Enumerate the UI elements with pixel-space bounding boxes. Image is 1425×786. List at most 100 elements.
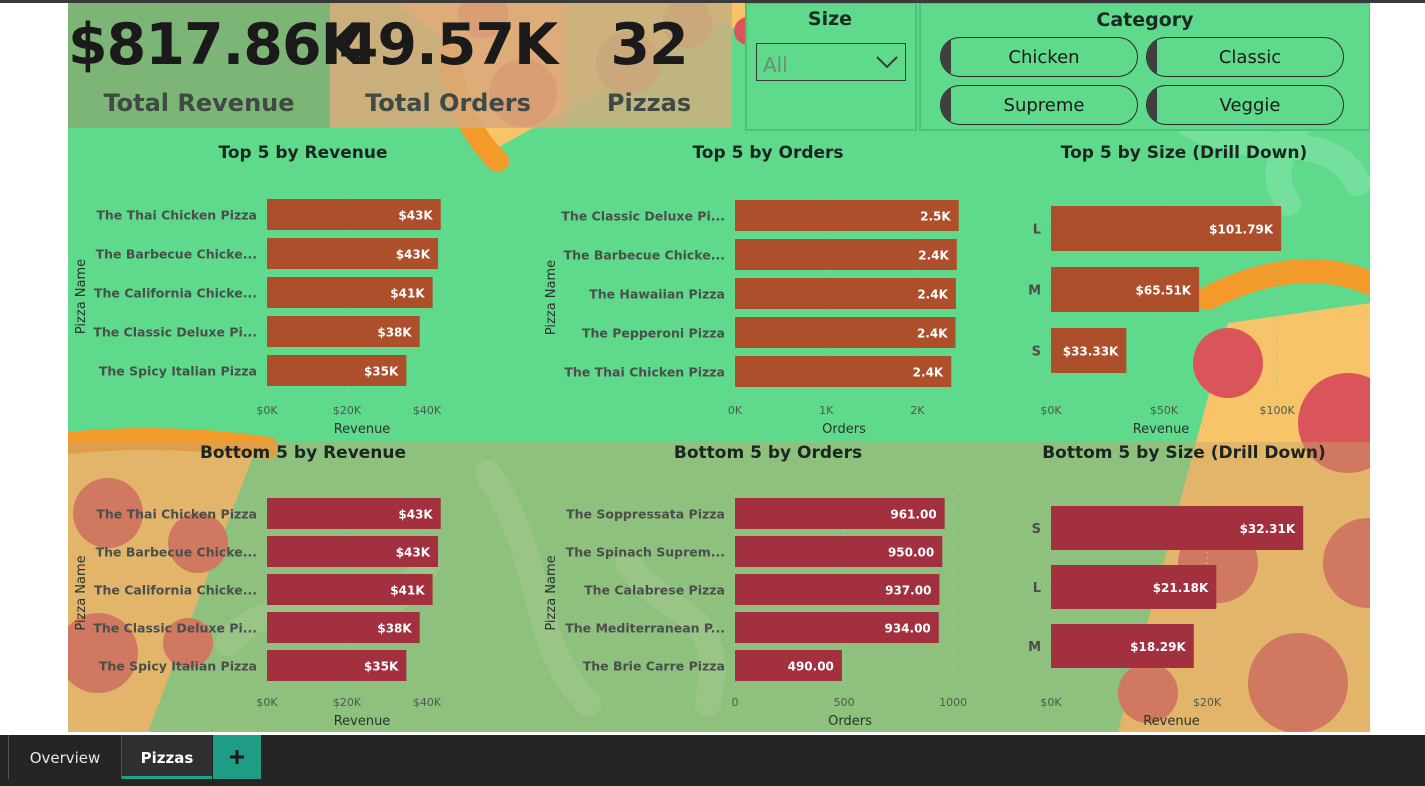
x-tick-label: $0K [1040,404,1062,417]
x-tick-label: 1000 [939,696,967,709]
kpi-value: 49.57K [338,12,558,78]
category-label: The Classic Deluxe Pi... [561,209,725,224]
category-label: The Pepperoni Pizza [582,326,725,341]
top5-orders-chart[interactable]: Top 5 by Orders 0K 1K 2K Orders Pizza Name Th… [538,143,998,443]
category-classic-button[interactable]: Classic [1146,37,1344,77]
bottom5-size-plot: $0K$20KRevenueSizeS$32.31KL$21.18KM$18.2… [1028,502,1304,729]
kpi-label: Total Orders [365,89,531,117]
page-tab-bar: Overview Pizzas [0,735,1425,786]
data-label: $43K [396,248,431,262]
data-label: $38K [377,326,412,340]
data-label: $38K [377,622,412,636]
category-label: Supreme [1003,95,1085,116]
data-label: 490.00 [788,660,834,674]
data-label: 961.00 [890,508,936,522]
category-label: S [1032,522,1041,537]
category-label: M [1028,284,1041,299]
category-label: The Barbecue Chicke... [96,247,257,262]
category-label: The Spinach Suprem... [566,545,725,560]
category-label: The Spicy Italian Pizza [99,364,257,379]
category-chicken-button[interactable]: Chicken [940,37,1138,77]
x-tick-label: $0K [1040,696,1062,709]
kpi-total-revenue: $817.86K Total Revenue [68,3,365,128]
bottom5-orders-chart[interactable]: Bottom 5 by Orders 0 500 1000 Orders Pizza N… [538,443,998,732]
x-axis-title: Revenue [334,714,391,729]
kpi-value: $817.86K [68,12,365,78]
category-label: The California Chicke... [94,583,257,598]
category-label: The Barbecue Chicke... [96,545,257,560]
tab-label: Pizzas [140,749,194,767]
data-label: $43K [396,546,431,560]
data-label: 2.5K [920,210,951,224]
bottom5-revenue-chart[interactable]: Bottom 5 by Revenue $0K $20K $40K Revenue Pi… [68,443,538,732]
data-label: $101.79K [1209,223,1274,237]
x-axis-title: Orders [828,714,872,729]
category-supreme-button[interactable]: Supreme [940,85,1138,125]
tab-label: Overview [29,749,101,767]
category-label: S [1032,345,1041,360]
data-label: $35K [364,660,399,674]
data-label: $35K [364,365,399,379]
top5-revenue-chart[interactable]: Top 5 by Revenue $0K $20K $40K Revenue Pizza… [68,143,538,443]
category-label: The Classic Deluxe Pi... [93,325,257,340]
plus-icon [230,750,244,764]
category-label: The Classic Deluxe Pi... [93,621,257,636]
category-label: L [1033,223,1041,238]
x-tick-label: $0K [256,696,278,709]
tab-pizzas[interactable]: Pizzas [122,735,212,779]
y-axis-title: Pizza Name [74,259,89,334]
add-page-button[interactable] [213,735,261,779]
data-label: $41K [390,287,425,301]
category-label: The Soppressata Pizza [566,507,725,522]
x-tick-label: $40K [413,696,442,709]
data-label: $32.31K [1240,522,1296,536]
x-tick-label: $40K [413,404,442,417]
category-label: L [1033,581,1041,596]
size-dropdown-value: All [763,53,788,77]
category-label: Chicken [1008,47,1080,68]
report-canvas: $817.86K Total Revenue 49.57K Total Orde… [68,3,1370,732]
bottom5-size-chart[interactable]: Bottom 5 by Size (Drill Down) $0K $20K Rev… [998,443,1370,732]
category-label: The Barbecue Chicke... [564,248,725,263]
data-label: $33.33K [1063,345,1119,359]
x-axis-title: Revenue [1143,714,1200,729]
pill-cap [941,86,951,124]
x-tick-label: $50K [1150,404,1179,417]
pill-cap [941,38,951,76]
data-label: 2.4K [917,288,948,302]
kpi-total-orders: 49.57K Total Orders [330,3,566,128]
data-label: $18.29K [1130,640,1186,654]
y-axis-title: Pizza Name [74,555,89,630]
category-label: The Thai Chicken Pizza [564,365,725,380]
data-label: $41K [390,584,425,598]
category-label: The Brie Carre Pizza [583,659,725,674]
data-label: $65.51K [1136,284,1192,298]
category-label: M [1028,640,1041,655]
tab-overview[interactable]: Overview [9,735,122,779]
x-tick-label: 2K [910,404,925,417]
category-label: The Thai Chicken Pizza [96,208,257,223]
data-label: 937.00 [885,584,931,598]
x-tick-label: 500 [834,696,855,709]
x-tick-label: $20K [333,404,362,417]
y-axis-title: Pizza Name [544,260,559,335]
category-label: The Spicy Italian Pizza [99,659,257,674]
y-axis-title: Pizza Name [544,555,559,630]
x-axis-title: Revenue [1133,422,1190,437]
pill-cap [1147,86,1157,124]
top5-size-chart[interactable]: Top 5 by Size (Drill Down) $0K $50K $100K R… [998,143,1370,443]
category-veggie-button[interactable]: Veggie [1146,85,1344,125]
data-label: 2.4K [913,366,944,380]
size-dropdown[interactable]: All [756,43,906,81]
x-tick-label: 1K [819,404,834,417]
data-label: $21.18K [1153,581,1209,595]
x-tick-label: $20K [333,696,362,709]
x-axis-title: Orders [822,422,866,437]
pill-cap [1147,38,1157,76]
top5-size-plot: $0K$50K$100KRevenueSizeL$101.79KM$65.51K… [1028,202,1295,437]
data-label: $43K [398,209,433,223]
data-label: 934.00 [884,622,930,636]
kpi-label: Total Revenue [103,89,295,117]
x-tick-label: 0K [728,404,743,417]
x-tick-label: $0K [256,404,278,417]
